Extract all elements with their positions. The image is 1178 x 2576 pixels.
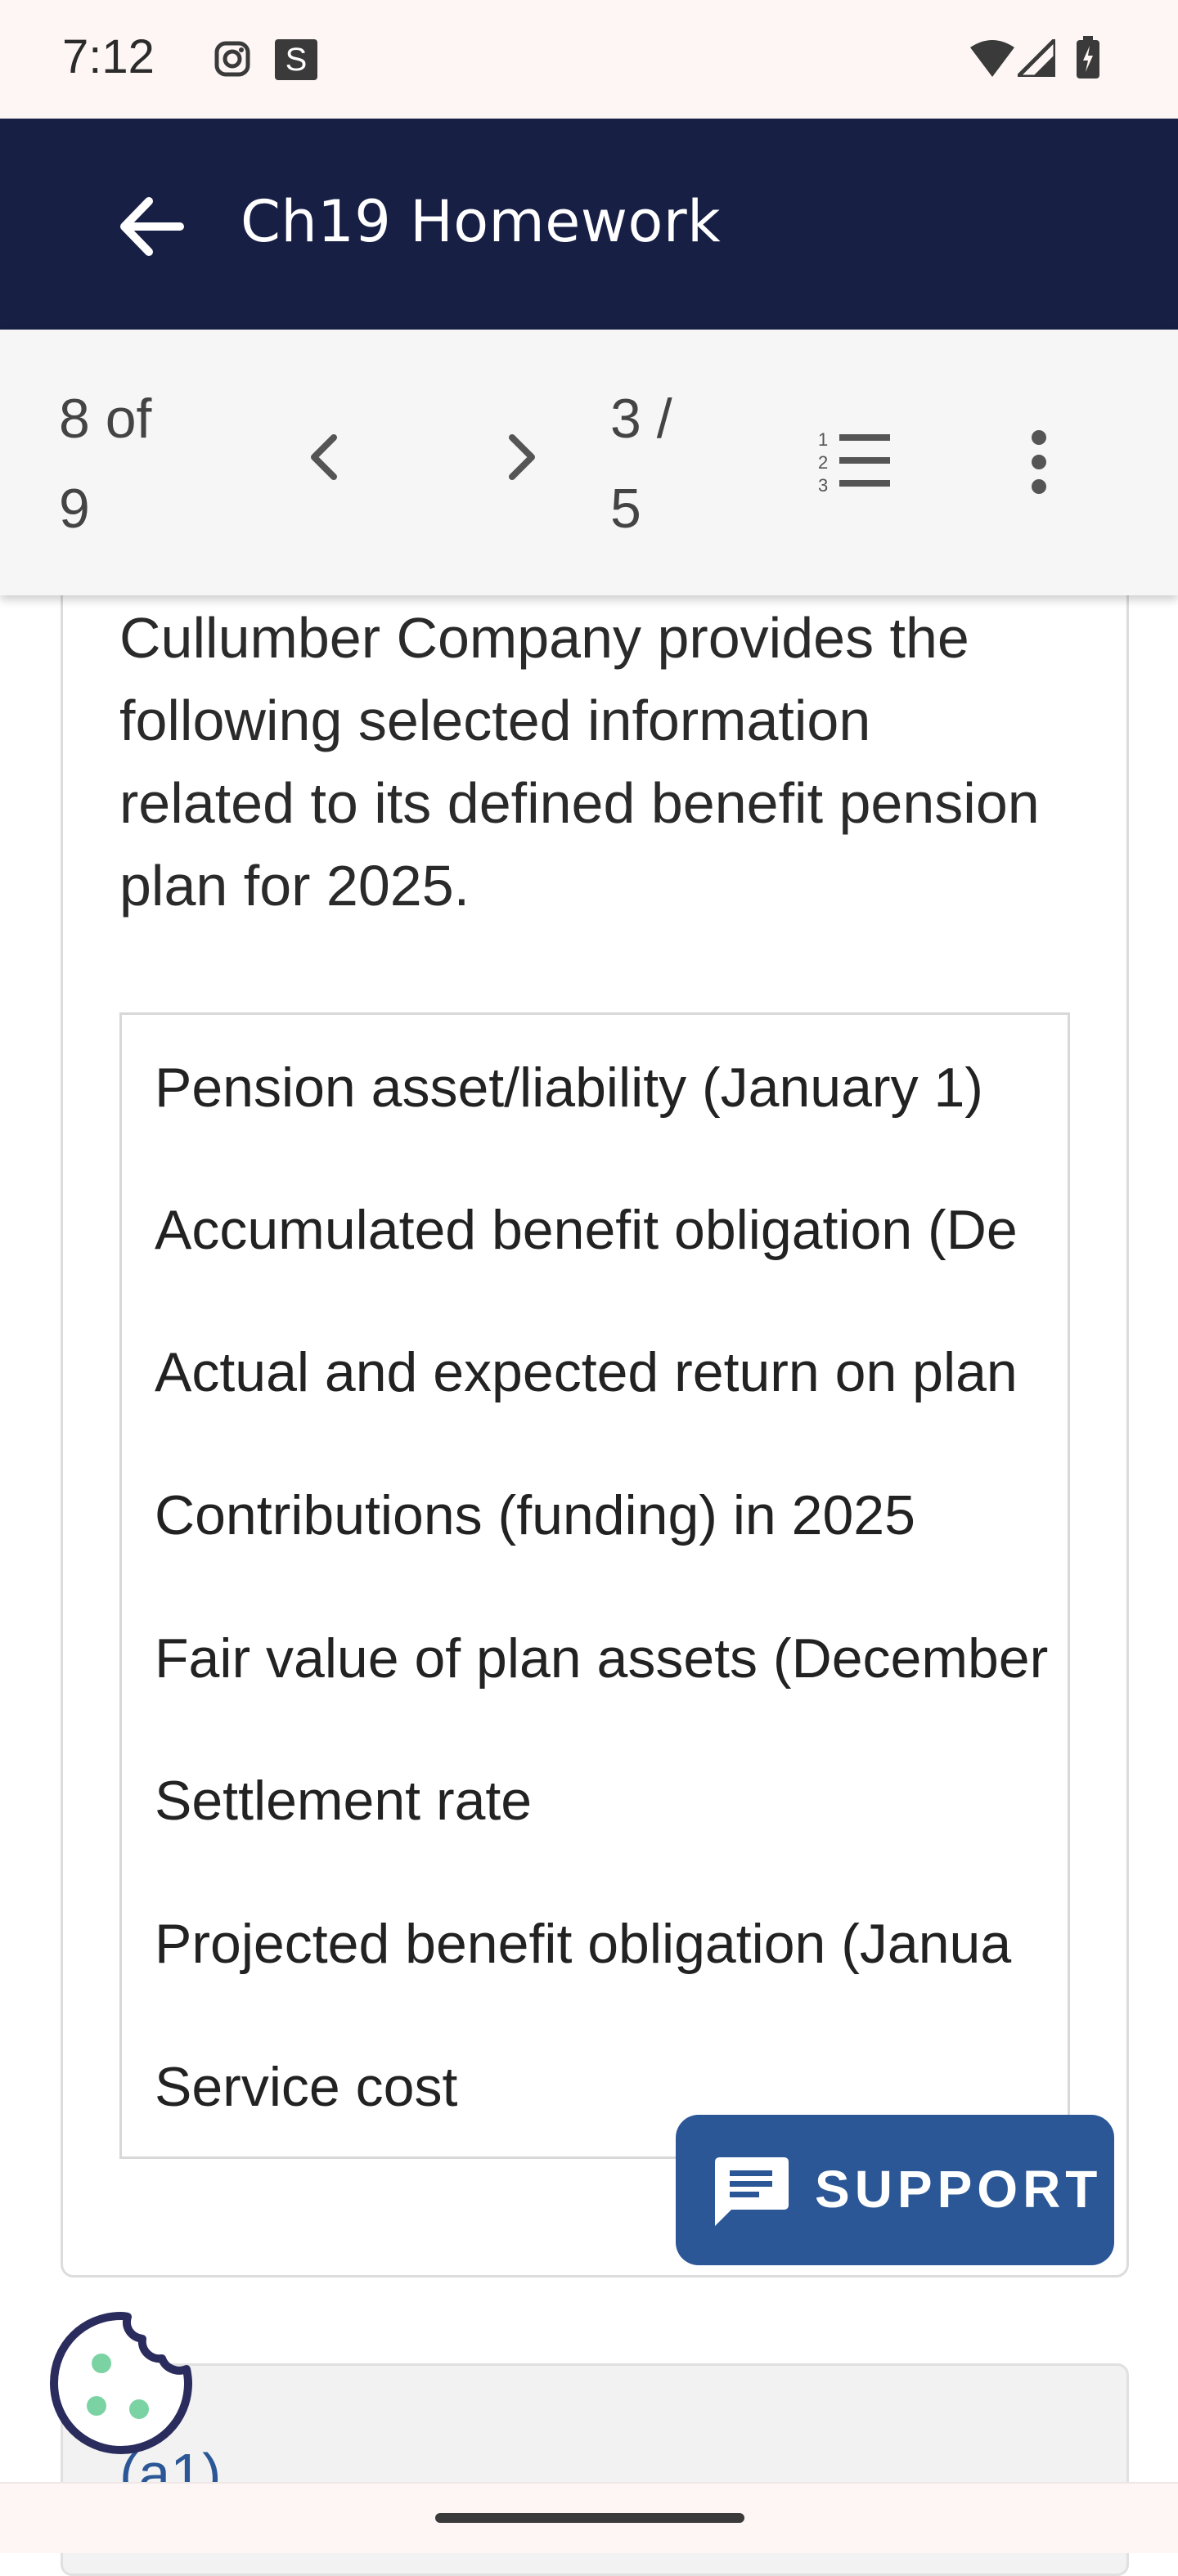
battery-charging-icon [1077, 36, 1099, 79]
chat-icon [715, 2157, 789, 2226]
question-toolbar: 8 of 9 3 / 5 1 2 3 [0, 330, 1178, 595]
page-title: Ch19 Homework [241, 188, 722, 255]
part-counter: 3 / 5 [610, 388, 672, 540]
list-digit-3: 3 [818, 475, 828, 496]
chevron-right-icon [509, 434, 535, 480]
table-row: Accumulated benefit obligation (De [155, 1199, 1018, 1261]
table-row: Settlement rate [155, 1770, 533, 1832]
table-row: Contributions (funding) in 2025 [155, 1484, 915, 1546]
cookie-icon [50, 2312, 192, 2454]
navigation-bar [0, 2482, 1178, 2553]
chevron-left-icon [311, 434, 337, 480]
next-question-button[interactable] [479, 416, 561, 498]
status-time: 7:12 [62, 30, 155, 83]
instagram-icon [214, 41, 250, 77]
previous-question-button[interactable] [285, 416, 366, 498]
table-row: Projected benefit obligation (Janua [155, 1913, 1012, 1975]
arrow-left-icon [120, 197, 184, 256]
table-row: Pension asset/liability (January 1) [155, 1057, 983, 1119]
question-intro: Cullumber Company provides the following… [119, 606, 1040, 918]
pension-info-table: Pension asset/liability (January 1) Accu… [119, 1012, 1070, 2159]
s-app-icon: S [275, 39, 317, 80]
more-vertical-icon [1032, 430, 1046, 494]
status-bar: 7:12 S [0, 0, 1178, 119]
list-digit-2: 2 [818, 452, 828, 473]
wifi-icon [970, 39, 1014, 77]
question-list-button[interactable]: 1 2 3 [815, 424, 897, 498]
support-button[interactable]: SUPPORT [676, 2115, 1114, 2265]
cookie-settings-button[interactable] [43, 2304, 200, 2462]
table-row: Service cost [155, 2056, 458, 2118]
question-counter: 8 of 9 [59, 388, 152, 540]
table-row: Fair value of plan assets (December [155, 1627, 1049, 1690]
table-row: Actual and expected return on plan [155, 1341, 1018, 1403]
s-app-letter: S [285, 42, 308, 78]
home-indicator[interactable] [435, 2513, 744, 2523]
more-options-button[interactable] [1014, 421, 1063, 503]
back-button[interactable] [106, 182, 196, 272]
list-digit-1: 1 [818, 429, 828, 450]
numbered-list-icon: 1 2 3 [818, 429, 890, 496]
signal-icon [1012, 34, 1058, 79]
support-label: SUPPORT [815, 2160, 1103, 2219]
